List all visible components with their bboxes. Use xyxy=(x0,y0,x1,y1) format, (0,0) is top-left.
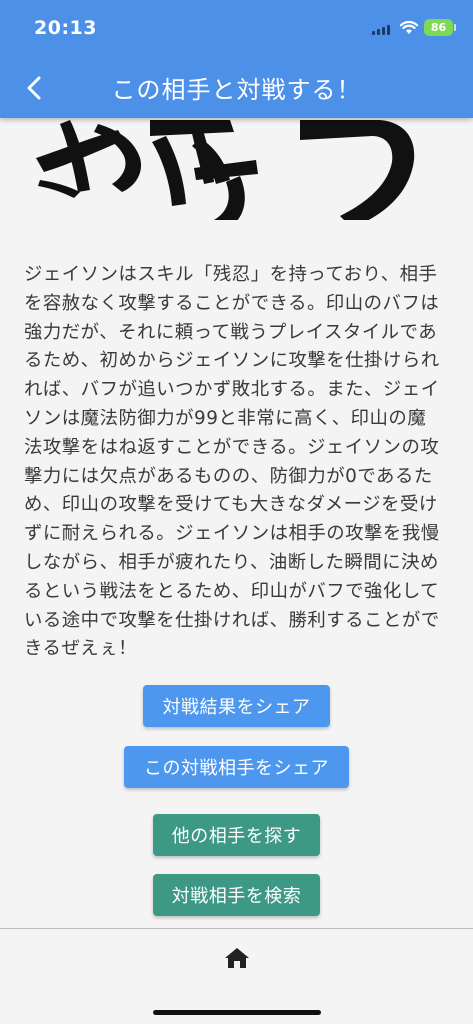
status-time: 20:13 xyxy=(34,17,97,39)
battle-description: ジェイソンはスキル「残忍」を持っており、相手 を容赦なく攻撃することができる。印… xyxy=(24,264,440,660)
home-button[interactable] xyxy=(224,946,250,970)
search-opponent-button[interactable]: 対戦相手を検索 xyxy=(153,874,320,916)
back-button[interactable] xyxy=(16,68,52,108)
home-indicator xyxy=(153,1010,321,1015)
status-bar: 20:13 86 xyxy=(0,0,473,56)
find-other-opponent-button[interactable]: 他の相手を探す xyxy=(153,814,320,856)
app-bar: 20:13 86 この相手と対戦する！ xyxy=(0,0,473,118)
share-opponent-button[interactable]: この対戦相手をシェア xyxy=(124,746,349,788)
share-result-button[interactable]: 対戦結果をシェア xyxy=(143,685,330,727)
battery-indicator: 86 xyxy=(424,19,456,36)
home-icon xyxy=(225,948,249,968)
signal-icon xyxy=(372,25,390,35)
wifi-icon xyxy=(399,20,419,39)
page-title: この相手と対戦する！ xyxy=(111,76,362,104)
back-icon xyxy=(27,76,41,100)
